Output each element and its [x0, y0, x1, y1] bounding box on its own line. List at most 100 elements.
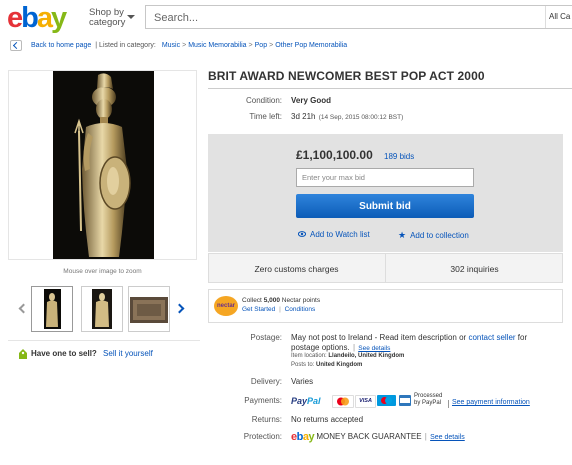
price-tag-icon	[19, 349, 27, 359]
watch-link[interactable]: Add to Watch list	[310, 230, 370, 239]
item-location-label: Item location:	[291, 353, 327, 359]
customs-info: Zero customs charges	[254, 264, 339, 274]
nectar-links: Get Started | Conditions	[242, 306, 315, 313]
sell-it-yourself-link[interactable]: Sell it yourself	[103, 349, 153, 358]
get-started-link[interactable]: Get Started	[242, 306, 275, 313]
paypal-pal: Pal	[307, 396, 321, 406]
posts-to-label: Posts to:	[291, 362, 315, 368]
guarantee-details-link[interactable]: See details	[430, 434, 465, 441]
paypal-logo: PayPal	[291, 396, 321, 406]
sell-question: Have one to sell?	[31, 349, 97, 358]
posts-to: Posts to: United Kingdom	[291, 362, 362, 368]
thumbnail-1[interactable]	[31, 286, 73, 332]
item-title: BRIT AWARD NEWCOMER BEST POP ACT 2000	[208, 69, 485, 83]
category-label: category	[89, 17, 126, 28]
nectar-logo: nectar	[214, 296, 238, 316]
separator: |	[279, 306, 281, 313]
ebay-logo[interactable]: ebay	[7, 2, 67, 34]
contact-seller-link[interactable]: contact seller	[468, 333, 515, 342]
shop-by-category-button[interactable]: Shop by category	[89, 8, 135, 28]
thumbnail-image	[44, 289, 61, 329]
category-select[interactable]: All Ca	[549, 12, 570, 21]
postage-text: May not post to Ireland - Read item desc…	[291, 333, 467, 342]
breadcrumb: Back to home page | Listed in category: …	[31, 41, 347, 50]
breadcrumb-music-memorabilia[interactable]: Music Memorabilia	[188, 42, 246, 49]
item-location: Item location: Llandeilo, United Kingdom	[291, 353, 404, 359]
postage-options: postage options.	[291, 343, 350, 352]
chevron-down-icon	[127, 15, 135, 19]
see-payment-info-link[interactable]: See payment information	[452, 399, 530, 406]
postage-label: Postage:	[250, 333, 282, 342]
divider	[208, 88, 572, 89]
separator: |	[352, 343, 356, 352]
guarantee-text: MONEY BACK GUARANTEE	[316, 432, 422, 441]
delivery-value: Varies	[291, 377, 314, 386]
main-item-image[interactable]	[53, 71, 154, 259]
amex-icon	[399, 395, 411, 406]
breadcrumb-music[interactable]: Music	[162, 42, 180, 49]
collect-prefix: Collect	[242, 297, 264, 304]
brit-award-statue-image	[74, 73, 131, 257]
returns-label: Returns:	[251, 415, 282, 424]
submit-bid-button[interactable]: Submit bid	[296, 194, 474, 218]
thumbnail-image	[130, 297, 168, 323]
collection-link[interactable]: Add to collection	[410, 231, 469, 240]
main-image-frame	[8, 70, 197, 260]
payments-label: Payments:	[244, 396, 282, 405]
divider	[8, 340, 200, 341]
back-to-home-link[interactable]: Back to home page	[31, 42, 91, 49]
breadcrumb-separator: >	[248, 42, 253, 49]
current-price: £1,100,100.00	[296, 148, 373, 162]
time-left-value: 3d 21h (14 Sep, 2015 08:00:12 BST)	[291, 112, 403, 121]
header: ebay Shop by category All Ca	[0, 0, 572, 34]
postage-for: for	[515, 333, 528, 342]
chevron-left-icon[interactable]	[18, 303, 29, 314]
end-time: (14 Sep, 2015 08:00:12 BST)	[318, 114, 404, 121]
postage-options-line: postage options. | See details	[291, 343, 390, 352]
condition-label: Condition:	[245, 96, 282, 105]
add-to-collection[interactable]: ★ Add to collection	[398, 230, 469, 241]
time-left-label: Time left:	[249, 112, 282, 121]
item-location-value: Llandeilo, United Kingdom	[328, 353, 405, 359]
processed-line-1: Processed	[414, 393, 443, 399]
visa-icon: VISA	[355, 395, 376, 408]
returns-value: No returns accepted	[291, 415, 364, 424]
search-box: All Ca	[145, 5, 572, 29]
condition-value: Very Good	[291, 96, 332, 105]
thumbnail-3[interactable]	[128, 286, 170, 332]
posts-to-value: United Kingdom	[316, 362, 363, 368]
zoom-hint: Mouse over image to zoom	[63, 268, 142, 275]
conditions-link[interactable]: Conditions	[285, 306, 316, 313]
time-left: 3d 21h	[291, 112, 316, 121]
separator	[448, 400, 449, 408]
breadcrumb-separator: >	[182, 42, 187, 49]
maestro-icon	[377, 395, 396, 406]
max-bid-input[interactable]	[296, 168, 474, 187]
chevron-right-icon[interactable]	[174, 303, 185, 314]
delivery-label: Delivery:	[250, 377, 282, 386]
sell-promo: Have one to sell? Sell it yourself	[19, 349, 153, 359]
thumbnail-image	[92, 289, 112, 329]
paypal-pay: Pay	[291, 396, 308, 406]
breadcrumb-separator: >	[269, 42, 274, 49]
processed-line-2: by PayPal	[414, 400, 442, 406]
see-details-link[interactable]: See details	[358, 345, 390, 352]
thumbnail-2[interactable]	[81, 286, 123, 332]
ebay-small-logo: ebay	[291, 431, 315, 443]
search-input[interactable]	[152, 9, 536, 27]
breadcrumb-pop[interactable]: Pop	[255, 42, 267, 49]
eye-icon	[297, 231, 307, 237]
back-arrow-icon[interactable]	[10, 40, 22, 51]
protection-label: Protection:	[243, 432, 282, 441]
mastercard-icon	[332, 395, 354, 408]
inquiries-count: 302 inquiries	[450, 264, 499, 274]
processed-by-paypal: Processed by PayPal	[414, 393, 442, 407]
nectar-points: 5,000	[263, 297, 280, 304]
collect-suffix: Nectar points	[279, 297, 321, 304]
breadcrumb-other-pop-memorabilia[interactable]: Other Pop Memorabilia	[275, 42, 347, 49]
money-back-guarantee: ebay MONEY BACK GUARANTEE | See details	[291, 431, 465, 443]
add-to-watchlist[interactable]: Add to Watch list	[297, 230, 370, 239]
nectar-collect: Collect 5,000 Nectar points	[242, 297, 320, 304]
separator: |	[424, 432, 427, 441]
bid-count-link[interactable]: 189 bids	[384, 152, 414, 161]
